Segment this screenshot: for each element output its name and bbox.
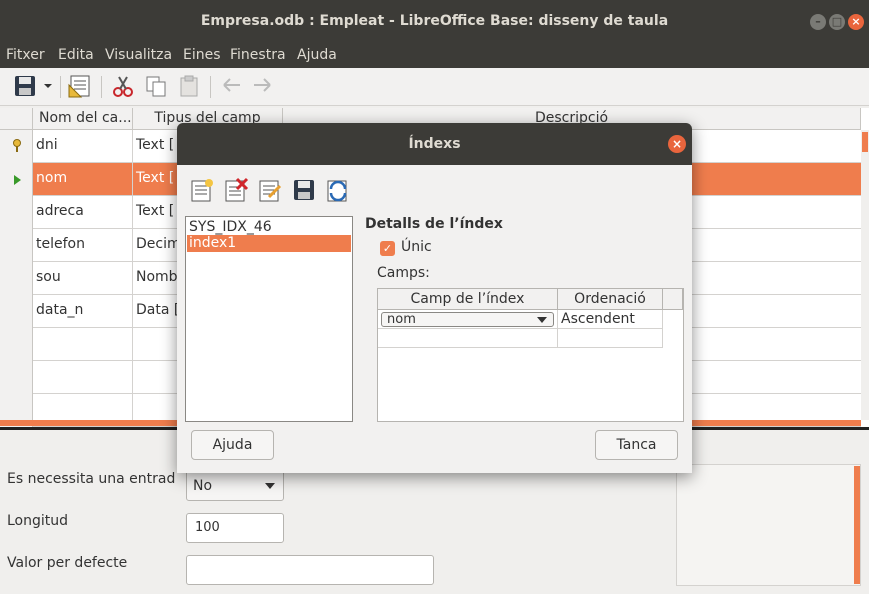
length-label: Longitud (7, 513, 69, 529)
window-title: Empresa.odb : Empleat - LibreOffice Base… (200, 13, 669, 29)
field-name-cell[interactable] (33, 361, 133, 394)
menu-eines[interactable]: Eines (183, 47, 221, 63)
row-header[interactable] (0, 130, 33, 163)
row-header[interactable] (0, 361, 33, 394)
index-details-title: Detalls de l’índex (365, 216, 503, 232)
field-help-panel (676, 464, 861, 586)
delete-index-icon[interactable] (223, 177, 249, 203)
field-name-cell[interactable]: data_n (33, 295, 133, 328)
help-button[interactable]: Ajuda (191, 430, 274, 460)
row-header[interactable] (0, 163, 33, 196)
row-header[interactable] (0, 295, 33, 328)
grid-scrollbar-thumb[interactable] (862, 132, 868, 152)
reset-index-icon[interactable] (325, 177, 351, 203)
save-index-icon[interactable] (291, 177, 317, 203)
field-name-cell[interactable]: dni (33, 130, 133, 163)
sort-order-cell[interactable]: Ascendent (558, 310, 663, 329)
dropdown-arrow-icon[interactable] (42, 73, 54, 99)
menu-edita[interactable]: Edita (58, 47, 94, 63)
menu-fitxer[interactable]: Fitxer (6, 47, 45, 63)
grid-vertical-scrollbar[interactable] (861, 130, 869, 420)
copy-icon[interactable] (143, 73, 169, 99)
current-row-arrow-icon (14, 175, 21, 185)
menu-bar: Fitxer Edita Visualitza Eines Finestra A… (0, 44, 869, 68)
required-entry-value: No (193, 478, 213, 494)
required-entry-select[interactable]: No (186, 470, 284, 501)
close-button[interactable]: Tanca (595, 430, 678, 460)
index-field-cell-empty[interactable] (378, 329, 558, 348)
toolbar-separator (101, 76, 102, 98)
field-name-cell[interactable]: sou (33, 262, 133, 295)
column-header-name[interactable]: Nom del ca... (33, 108, 133, 130)
row-header[interactable] (0, 229, 33, 262)
row-header[interactable] (0, 262, 33, 295)
toolbar-separator (60, 76, 61, 98)
toolbar-separator (210, 76, 211, 98)
key-icon (13, 139, 21, 152)
paste-icon[interactable] (176, 73, 202, 99)
index-field-value: nom (387, 312, 416, 327)
field-name-cell[interactable]: telefon (33, 229, 133, 262)
row-header[interactable] (0, 196, 33, 229)
field-name-cell[interactable] (33, 328, 133, 361)
unique-label[interactable]: Únic (401, 239, 432, 255)
undo-icon[interactable] (218, 73, 244, 99)
rename-index-icon[interactable] (257, 177, 283, 203)
save-icon[interactable] (12, 73, 38, 99)
column-header-filler (663, 289, 683, 310)
index-list[interactable]: SYS_IDX_46 index1 (185, 216, 353, 422)
index-design-icon[interactable] (67, 73, 93, 99)
required-entry-label: Es necessita una entrad (7, 471, 176, 487)
sort-order-cell-empty[interactable] (558, 329, 663, 348)
menu-visualitza[interactable]: Visualitza (105, 47, 172, 63)
minimize-icon[interactable]: – (810, 14, 826, 30)
maximize-icon[interactable]: □ (829, 14, 845, 30)
cut-icon[interactable] (110, 73, 136, 99)
dialog-close-icon[interactable]: × (668, 135, 686, 153)
help-panel-scrollbar[interactable] (854, 466, 860, 584)
row-header[interactable] (0, 328, 33, 361)
menu-ajuda[interactable]: Ajuda (297, 47, 337, 63)
column-header-index-field[interactable]: Camp de l’índex (378, 289, 558, 310)
fields-label: Camps: (377, 265, 430, 281)
field-name-cell[interactable]: adreca (33, 196, 133, 229)
row-header-corner (0, 108, 33, 130)
chevron-down-icon (537, 317, 547, 323)
default-value-label: Valor per defecte (7, 555, 128, 571)
index-field-cell[interactable]: nom (378, 310, 558, 329)
indexes-dialog: Índexs × SYS_IDX_46 index1 Detalls de l’… (177, 123, 692, 473)
index-field-select[interactable]: nom (381, 312, 554, 327)
field-name-cell[interactable]: nom (33, 163, 133, 196)
window-titlebar: Empresa.odb : Empleat - LibreOffice Base… (0, 0, 869, 44)
chevron-down-icon (265, 483, 275, 489)
length-input[interactable]: 100 (186, 513, 284, 543)
index-fields-table: Camp de l’índex Ordenació nom Ascendent (377, 288, 684, 422)
menu-finestra[interactable]: Finestra (230, 47, 286, 63)
close-icon[interactable]: × (848, 14, 864, 30)
index-list-item-selected[interactable]: index1 (187, 235, 351, 252)
redo-icon[interactable] (250, 73, 276, 99)
column-header-sort-order[interactable]: Ordenació (558, 289, 663, 310)
index-list-item[interactable]: SYS_IDX_46 (187, 219, 351, 236)
dialog-title: Índexs (177, 123, 692, 165)
unique-checkbox[interactable]: ✓ (380, 241, 395, 256)
default-value-input[interactable] (186, 555, 434, 585)
new-index-icon[interactable] (189, 177, 215, 203)
main-toolbar (0, 68, 869, 106)
